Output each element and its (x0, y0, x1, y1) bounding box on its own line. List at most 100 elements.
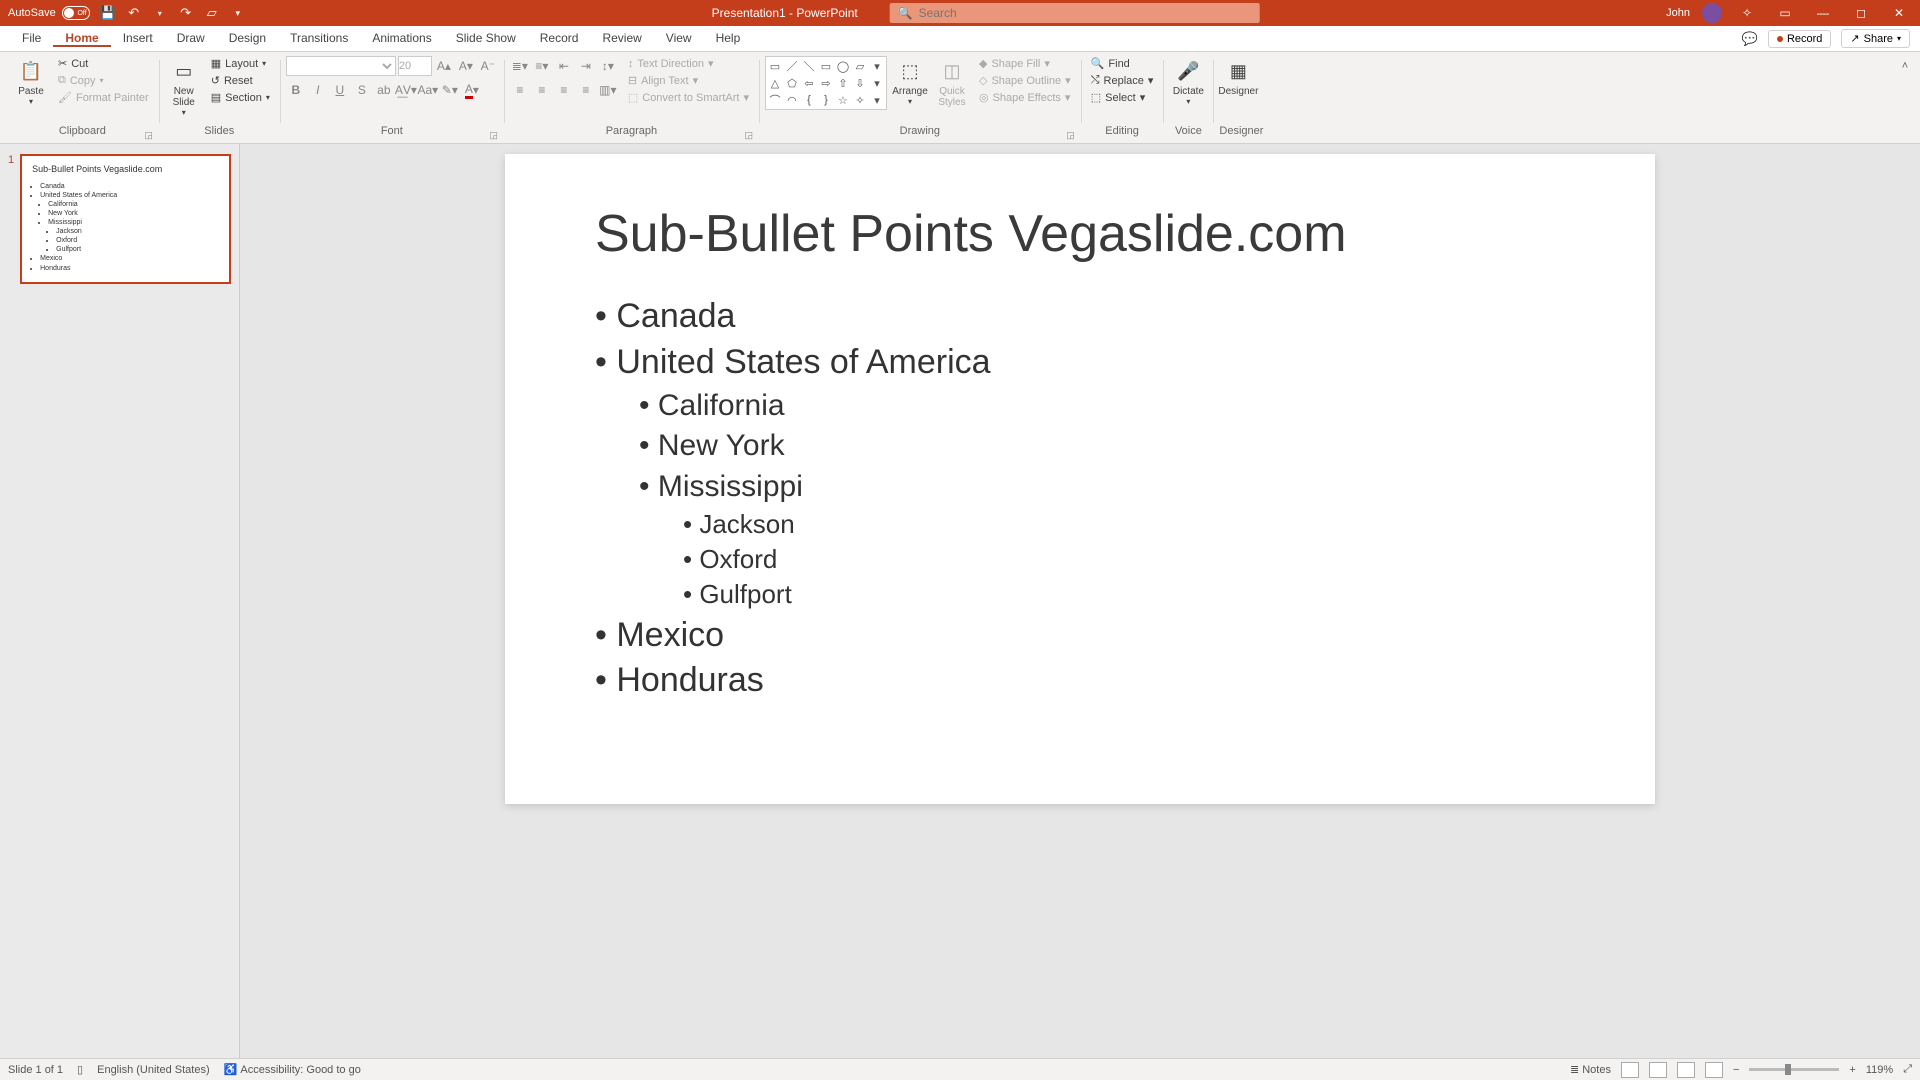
format-painter-button[interactable]: 🖌Format Painter (54, 90, 153, 105)
shape-fill-button[interactable]: ◆Shape Fill ▾ (975, 56, 1075, 71)
coming-soon-icon[interactable]: ✧ (1734, 6, 1760, 20)
slideshow-view-icon[interactable] (1705, 1062, 1723, 1078)
close-button[interactable]: ✕ (1886, 6, 1912, 20)
slide[interactable]: Sub-Bullet Points Vegaslide.com CanadaUn… (505, 154, 1655, 804)
designer-button[interactable]: ▦ Designer (1219, 56, 1257, 97)
tab-home[interactable]: Home (53, 31, 110, 47)
comments-icon[interactable]: 💬 (1742, 31, 1758, 47)
decrease-indent-icon[interactable]: ⇤ (554, 56, 574, 76)
text-shadow-icon[interactable]: ab (374, 80, 394, 100)
clipboard-launcher-icon[interactable]: ◲ (144, 130, 153, 141)
list-item[interactable]: United States of AmericaCaliforniaNew Yo… (595, 340, 1565, 613)
reset-button[interactable]: ↺Reset (207, 73, 274, 88)
decrease-font-icon[interactable]: A▾ (456, 56, 476, 76)
reading-view-icon[interactable] (1677, 1062, 1695, 1078)
font-family-select[interactable] (286, 56, 396, 76)
underline-icon[interactable]: U (330, 80, 350, 100)
search-input[interactable] (919, 6, 1252, 20)
line-spacing-icon[interactable]: ↕▾ (598, 56, 618, 76)
font-color-icon[interactable]: A▾ (462, 80, 482, 100)
user-avatar[interactable] (1702, 3, 1722, 23)
find-button[interactable]: 🔍Find (1087, 56, 1158, 71)
list-item[interactable]: Oxford (683, 542, 1565, 577)
cut-button[interactable]: ✂Cut (54, 56, 153, 71)
char-spacing-icon[interactable]: A͟V▾ (396, 80, 416, 100)
bullets-icon[interactable]: ≣▾ (510, 56, 530, 76)
minimize-button[interactable]: — (1810, 6, 1836, 20)
list-item[interactable]: Canada (595, 294, 1565, 340)
maximize-button[interactable]: ◻ (1848, 6, 1874, 20)
slide-title[interactable]: Sub-Bullet Points Vegaslide.com (595, 204, 1565, 264)
columns-icon[interactable]: ▥▾ (598, 80, 618, 100)
tab-slide-show[interactable]: Slide Show (444, 31, 528, 45)
list-item[interactable]: Honduras (595, 658, 1565, 704)
italic-icon[interactable]: I (308, 80, 328, 100)
accessibility-status[interactable]: ♿ Accessibility: Good to go (224, 1063, 361, 1076)
shape-outline-button[interactable]: ◇Shape Outline ▾ (975, 73, 1075, 88)
tab-transitions[interactable]: Transitions (278, 31, 360, 45)
tab-view[interactable]: View (654, 31, 704, 45)
start-from-beginning-icon[interactable]: ▱ (204, 5, 220, 21)
qat-customize-icon[interactable]: ▾ (230, 5, 246, 21)
highlight-icon[interactable]: ✎▾ (440, 80, 460, 100)
slide-thumbnail-1[interactable]: Sub-Bullet Points Vegaslide.com CanadaUn… (20, 154, 231, 284)
drawing-launcher-icon[interactable]: ◲ (1066, 130, 1075, 141)
list-item[interactable]: Mexico (595, 613, 1565, 659)
font-launcher-icon[interactable]: ◲ (489, 130, 498, 141)
tab-insert[interactable]: Insert (111, 31, 165, 45)
copy-button[interactable]: ⧉Copy ▾ (54, 73, 153, 88)
align-right-icon[interactable]: ≡ (554, 80, 574, 100)
change-case-icon[interactable]: Aa▾ (418, 80, 438, 100)
select-button[interactable]: ⬚Select ▾ (1087, 90, 1158, 105)
replace-button[interactable]: ⤭Replace ▾ (1087, 73, 1158, 88)
bold-icon[interactable]: B (286, 80, 306, 100)
ribbon-display-icon[interactable]: ▭ (1772, 6, 1798, 20)
normal-view-icon[interactable] (1621, 1062, 1639, 1078)
user-name[interactable]: John (1666, 7, 1690, 19)
arrange-button[interactable]: ⬚ Arrange ▾ (891, 56, 929, 106)
list-item[interactable]: California (639, 386, 1565, 427)
paragraph-launcher-icon[interactable]: ◲ (744, 130, 753, 141)
save-icon[interactable]: 💾 (100, 5, 116, 21)
search-box[interactable]: 🔍 (890, 3, 1260, 23)
section-button[interactable]: ▤Section ▾ (207, 90, 274, 105)
record-button[interactable]: Record (1768, 30, 1831, 48)
new-slide-button[interactable]: ▭ New Slide ▾ (165, 56, 203, 117)
dictate-button[interactable]: 🎤 Dictate ▾ (1169, 56, 1207, 106)
spell-check-icon[interactable]: ▯ (77, 1063, 83, 1076)
tab-file[interactable]: File (10, 31, 53, 45)
autosave-switch[interactable]: Off (62, 6, 90, 20)
tab-record[interactable]: Record (528, 31, 591, 45)
numbering-icon[interactable]: ≡▾ (532, 56, 552, 76)
collapse-ribbon-icon[interactable]: ˄ (1896, 56, 1914, 143)
tab-design[interactable]: Design (217, 31, 278, 45)
redo-icon[interactable]: ↷ (178, 5, 194, 21)
justify-icon[interactable]: ≡ (576, 80, 596, 100)
convert-smartart-button[interactable]: ⬚Convert to SmartArt ▾ (624, 90, 753, 105)
slide-content-list[interactable]: CanadaUnited States of AmericaCalifornia… (595, 294, 1565, 704)
undo-dropdown-icon[interactable]: ▾ (152, 5, 168, 21)
align-center-icon[interactable]: ≡ (532, 80, 552, 100)
align-text-button[interactable]: ⊟Align Text ▾ (624, 73, 753, 88)
share-button[interactable]: ↗ Share ▾ (1841, 29, 1910, 48)
list-item[interactable]: New York (639, 426, 1565, 467)
slide-thumbnail-pane[interactable]: 1 Sub-Bullet Points Vegaslide.com Canada… (0, 144, 240, 1058)
tab-review[interactable]: Review (590, 31, 653, 45)
language-status[interactable]: English (United States) (97, 1064, 210, 1076)
strikethrough-icon[interactable]: S (352, 80, 372, 100)
notes-button[interactable]: ≣ Notes (1570, 1063, 1611, 1076)
quick-styles-button[interactable]: ◫ Quick Styles (933, 56, 971, 108)
slide-canvas-pane[interactable]: Sub-Bullet Points Vegaslide.com CanadaUn… (240, 144, 1920, 1058)
text-direction-button[interactable]: ↕Text Direction ▾ (624, 56, 753, 71)
align-left-icon[interactable]: ≡ (510, 80, 530, 100)
paste-dropdown-icon[interactable]: ▾ (29, 97, 33, 106)
undo-icon[interactable]: ↶ (126, 5, 142, 21)
zoom-in-icon[interactable]: + (1849, 1064, 1855, 1076)
layout-button[interactable]: ▦Layout ▾ (207, 56, 274, 71)
font-size-input[interactable] (398, 56, 432, 76)
tab-draw[interactable]: Draw (165, 31, 217, 45)
shapes-gallery[interactable]: ▭／＼▭◯▱▾ △⬠⇦⇨⇧⇩▾ ⌒◠{}☆✧▾ (765, 56, 887, 110)
slide-sorter-view-icon[interactable] (1649, 1062, 1667, 1078)
clear-formatting-icon[interactable]: A⁻ (478, 56, 498, 76)
tab-help[interactable]: Help (704, 31, 753, 45)
